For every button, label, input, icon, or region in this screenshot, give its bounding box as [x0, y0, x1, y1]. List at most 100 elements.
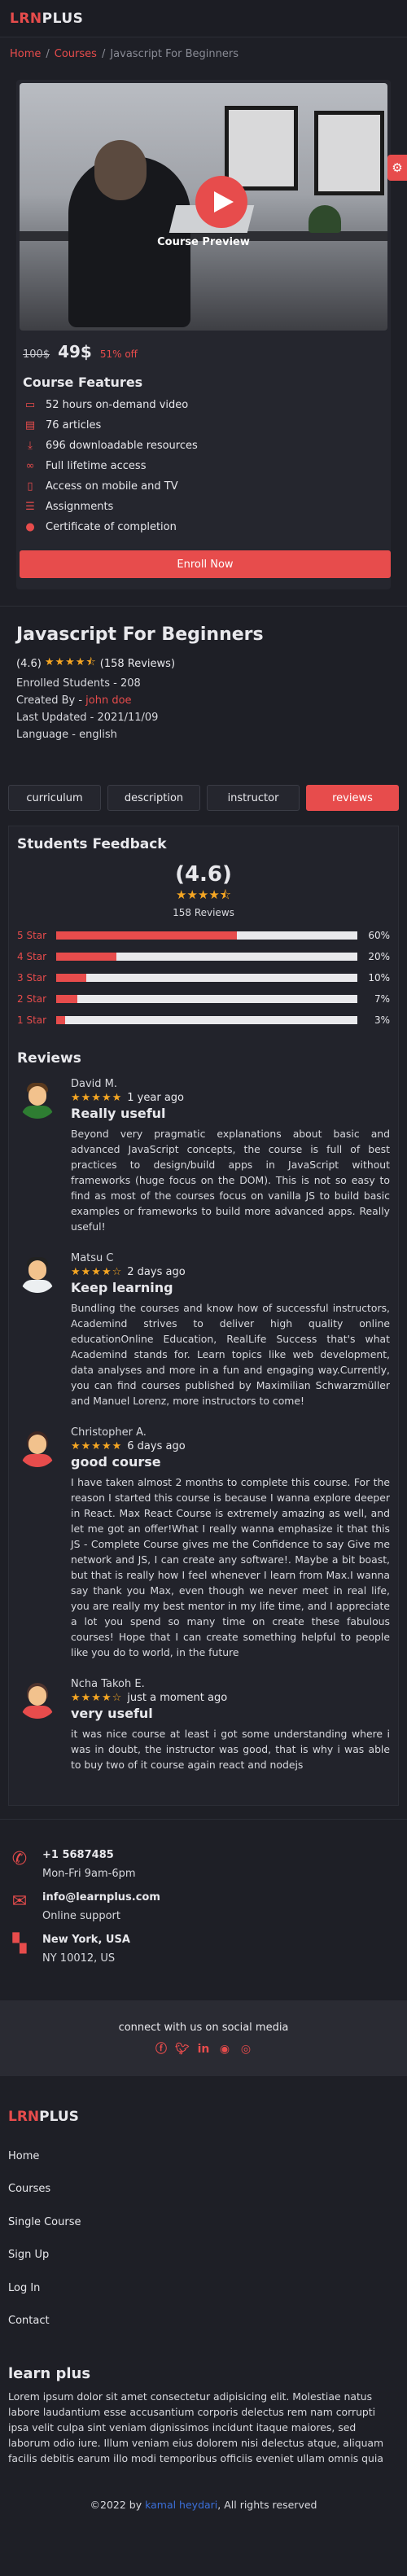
- instagram-icon[interactable]: ◎: [239, 2042, 253, 2057]
- footer-link-home[interactable]: Home: [8, 2140, 399, 2173]
- social-section: connect with us on social media ⓕ 🐦︎ in …: [0, 2000, 407, 2076]
- review-item: Christopher A. ★★★★★ 6 days ago good cour…: [17, 1426, 390, 1660]
- review-item: David M. ★★★★★ 1 year ago Really useful B…: [17, 1078, 390, 1234]
- download-icon: ⤓: [28, 440, 33, 452]
- address: NY 10012, US: [42, 1952, 116, 1965]
- breadcrumb-courses[interactable]: Courses: [55, 48, 97, 60]
- contact-phone: ✆ +1 5687485 Mon-Fri 9am-6pm: [8, 1849, 399, 1880]
- average-count: 158 Reviews: [173, 907, 234, 918]
- feature-item: ▭ 52 hours on-demand video: [20, 395, 387, 415]
- breadcrumb-home[interactable]: Home: [10, 48, 41, 60]
- rating-bar-fill: [56, 1016, 66, 1024]
- footer-link-sign-up[interactable]: Sign Up: [8, 2239, 399, 2272]
- footer-nav: LRNPLUS Home Courses Single Course Sign …: [0, 2076, 407, 2346]
- current-price: 49$: [58, 342, 92, 361]
- city: New York, USA: [42, 1934, 130, 1946]
- plant: [309, 205, 341, 233]
- footer-link-log-in[interactable]: Log In: [8, 2272, 399, 2305]
- breadcrumb-separator: /: [101, 47, 106, 60]
- star-rating-icon: ★★★★⯪: [44, 656, 97, 668]
- reviewer-name: Christopher A.: [71, 1426, 147, 1439]
- course-sidebar-card: Course Preview ⚙ 100$ 49$ 51% off Course…: [16, 80, 407, 589]
- tab-instructor[interactable]: instructor: [207, 785, 300, 811]
- feature-item: ▯ Access on mobile and TV: [20, 476, 387, 497]
- course-tabs: curriculum description instructor review…: [8, 775, 399, 821]
- review-time: 6 days ago: [127, 1440, 186, 1452]
- contact-section: ✆ +1 5687485 Mon-Fri 9am-6pm ✉ info@learn…: [0, 1819, 407, 2000]
- created-by: Created By - john doe: [16, 694, 132, 707]
- review-time: just a moment ago: [127, 1692, 228, 1704]
- play-icon: [214, 191, 234, 212]
- features-title: Course Features: [23, 375, 143, 390]
- play-button[interactable]: [195, 176, 247, 228]
- github-icon[interactable]: ◉: [217, 2042, 232, 2057]
- reviewer-name: Matsu C: [71, 1252, 114, 1264]
- email-sub: Online support: [42, 1910, 120, 1922]
- review-title: Really useful: [71, 1106, 166, 1121]
- rating-bar-row: 5 Star 60%: [17, 930, 390, 941]
- review-text: I have taken almost 2 months to complete…: [71, 1476, 390, 1658]
- review-text: it was nice course at least i got some u…: [71, 1728, 390, 1771]
- gear-icon: ⚙: [392, 160, 403, 175]
- monitor-icon: ▭: [24, 399, 36, 411]
- rating-bar: [56, 974, 357, 982]
- author-link[interactable]: kamal heydari: [145, 2499, 217, 2511]
- review-title: good course: [71, 1454, 161, 1470]
- discount-label: 51% off: [99, 348, 138, 360]
- review-time: 1 year ago: [127, 1092, 184, 1104]
- avatar: [17, 1252, 58, 1293]
- twitter-icon[interactable]: 🐦︎: [175, 2042, 190, 2057]
- rating-bars: 5 Star 60% 4 Star 20% 3 Star 10% 2 Star 7% 1…: [17, 925, 390, 1031]
- language: Language - english: [16, 729, 117, 741]
- rating-bar-fill: [56, 995, 77, 1003]
- reviews-title: Reviews: [17, 1050, 81, 1067]
- site-logo[interactable]: LRNPLUS: [10, 11, 83, 27]
- author-link[interactable]: john doe: [85, 694, 131, 707]
- settings-tab[interactable]: ⚙: [387, 155, 407, 181]
- linkedin-icon[interactable]: in: [196, 2042, 211, 2057]
- avatar: [17, 1078, 58, 1119]
- rating-bar: [56, 931, 357, 940]
- phone-number[interactable]: +1 5687485: [42, 1849, 136, 1861]
- last-updated: Last Updated - 2021/11/09: [16, 712, 159, 724]
- tab-reviews[interactable]: reviews: [306, 785, 399, 811]
- course-preview[interactable]: Course Preview: [20, 83, 387, 331]
- review-stars-icon: ★★★★★: [71, 1440, 123, 1452]
- course-info: Javascript For Beginners (4.6) ★★★★⯪ (15…: [0, 606, 407, 762]
- wall-picture-frame: [225, 106, 298, 191]
- review-item: Matsu C ★★★★☆ 2 days ago Keep learning Bu…: [17, 1252, 390, 1408]
- footer-link-contact[interactable]: Contact: [8, 2305, 399, 2338]
- review-text: Beyond very pragmatic explanations about…: [71, 1128, 390, 1233]
- about-title: learn plus: [8, 2365, 91, 2382]
- tab-curriculum[interactable]: curriculum: [8, 785, 101, 811]
- footer-link-courses[interactable]: Courses: [8, 2173, 399, 2206]
- review-title: Keep learning: [71, 1280, 173, 1295]
- wall-picture-frame: [314, 111, 384, 195]
- rating-bar-fill: [56, 974, 86, 982]
- facebook-icon[interactable]: ⓕ: [154, 2042, 168, 2057]
- rating-bar-row: 4 Star 20%: [17, 951, 390, 962]
- reviewer-name: David M.: [71, 1078, 118, 1090]
- footer-link-single-course[interactable]: Single Course: [8, 2206, 399, 2239]
- enroll-button[interactable]: Enroll Now: [20, 550, 391, 578]
- person-head: [94, 140, 147, 200]
- breadcrumb-separator: /: [46, 47, 50, 60]
- review-title: very useful: [71, 1706, 153, 1721]
- rating-bar: [56, 995, 357, 1003]
- students-feedback: Students Feedback (4.6) ★★★★⯪ 158 Review…: [8, 826, 399, 1806]
- enrolled-students: Enrolled Students - 208: [16, 677, 141, 690]
- contact-address: ▚ New York, USA NY 10012, US: [8, 1934, 399, 1965]
- file-icon: ▤: [24, 419, 36, 432]
- tab-description[interactable]: description: [107, 785, 200, 811]
- review-time: 2 days ago: [127, 1266, 186, 1278]
- tv-icon: ▯: [27, 480, 33, 493]
- rating-bar: [56, 953, 357, 961]
- rating-bar-fill: [56, 953, 116, 961]
- email-address[interactable]: info@learnplus.com: [42, 1891, 160, 1904]
- about-section: learn plus Lorem ipsum dolor sit amet co…: [0, 2346, 407, 2482]
- footer-logo[interactable]: LRNPLUS: [8, 2109, 399, 2125]
- rating-bar-row: 2 Star 7%: [17, 993, 390, 1005]
- envelope-icon: ✉: [11, 1891, 28, 1912]
- contact-email: ✉ info@learnplus.com Online support: [8, 1891, 399, 1922]
- average-stars-icon: ★★★★⯪: [176, 887, 231, 902]
